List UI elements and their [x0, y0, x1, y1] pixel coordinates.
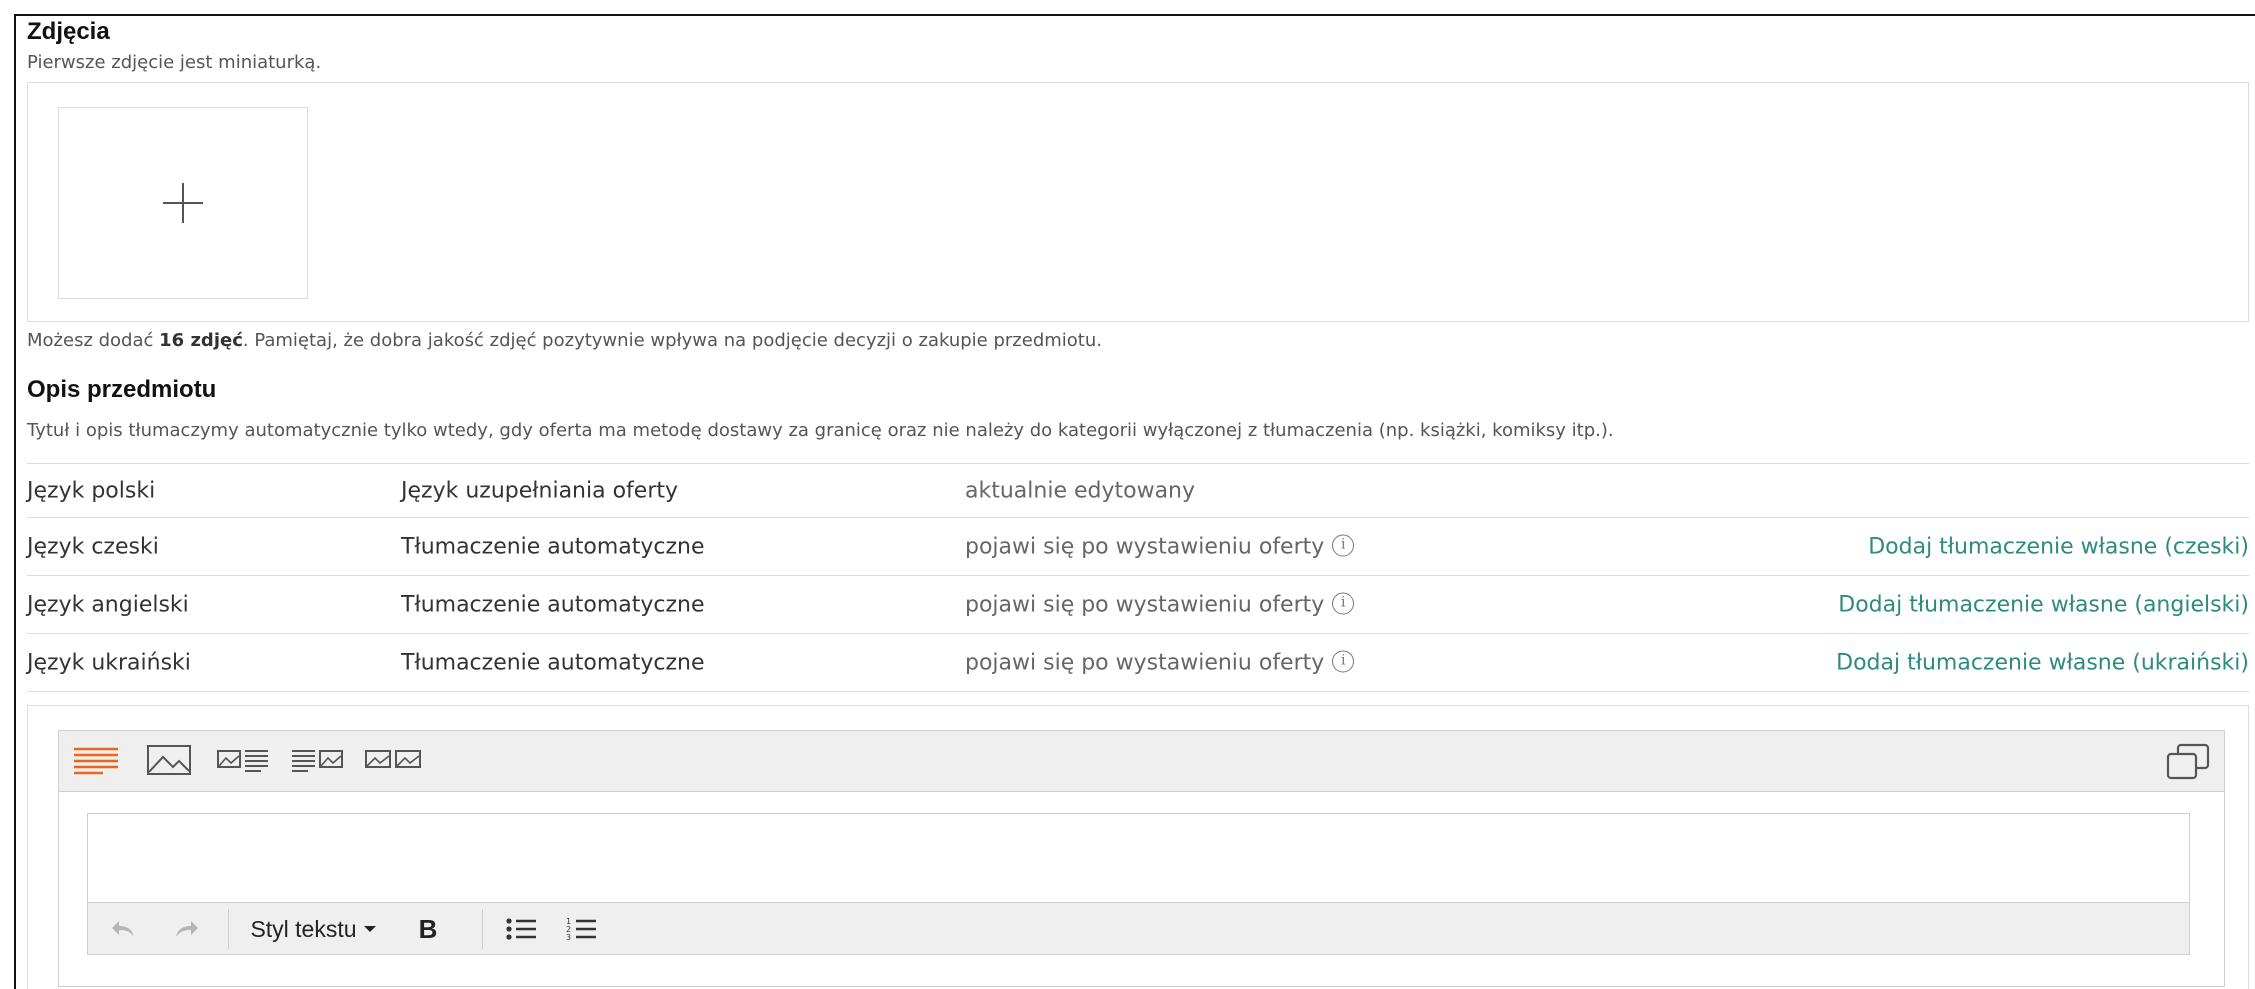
svg-text:3: 3 [566, 933, 571, 942]
info-icon[interactable]: i [1332, 650, 1355, 672]
language-row-polish: Język polski Język uzupełniania oferty a… [27, 464, 2249, 518]
redo-icon [176, 921, 198, 937]
photo-hint-suffix: . Pamiętaj, że dobra jakość zdjęć pozyty… [242, 330, 1102, 351]
bullet-list-icon [506, 918, 536, 940]
language-row-english: Język angielski Tłumaczenie automatyczne… [27, 576, 2249, 634]
language-status: pojawi się po wystawieniu oferty [965, 592, 1325, 617]
text-image-layout-icon [292, 750, 343, 772]
language-status: aktualnie edytowany [965, 478, 1196, 503]
language-type: Tłumaczenie automatyczne [401, 592, 705, 617]
bold-button[interactable]: B [406, 903, 450, 955]
language-type: Język uzupełniania oferty [401, 478, 679, 503]
text-layout-button[interactable] [73, 745, 119, 775]
text-style-dropdown[interactable]: Styl tekstu [238, 903, 388, 955]
add-translation-link-ukrainian[interactable]: Dodaj tłumaczenie własne (ukraiński) [1836, 650, 2249, 675]
layout-toolbar [59, 731, 2224, 792]
toolbar-divider [482, 909, 483, 949]
add-translation-link-czech[interactable]: Dodaj tłumaczenie własne (czeski) [1868, 534, 2249, 559]
language-name: Język polski [27, 478, 156, 503]
language-status-wrap: pojawi się po wystawieniu oferty i [965, 534, 1355, 559]
photo-gallery [27, 82, 2249, 322]
add-photo-button[interactable] [58, 107, 308, 299]
photos-header: Zdjęcia Pierwsze zdjęcie jest miniaturką… [27, 18, 2249, 73]
two-images-layout-icon [365, 750, 421, 768]
photo-limit-hint: Możesz dodać 16 zdjęć. Pamiętaj, że dobr… [27, 330, 1102, 351]
undo-button[interactable] [98, 903, 148, 955]
bullet-list-button[interactable] [496, 903, 546, 955]
language-row-ukrainian: Język ukraiński Tłumaczenie automatyczne… [27, 634, 2249, 692]
language-status-wrap: pojawi się po wystawieniu oferty i [965, 592, 1355, 617]
image-text-layout-button[interactable] [217, 745, 269, 775]
description-text-area[interactable]: Styl tekstu B 123 [87, 813, 2190, 955]
photo-hint-count: 16 zdjęć [159, 330, 243, 351]
language-status: pojawi się po wystawieniu oferty [965, 534, 1325, 559]
image-layout-button[interactable] [147, 745, 191, 775]
image-layout-icon [147, 745, 191, 775]
language-name: Język angielski [27, 592, 189, 617]
photos-subtitle: Pierwsze zdjęcie jest miniaturką. [27, 52, 322, 73]
language-name: Język czeski [27, 534, 159, 559]
chevron-down-icon [363, 926, 376, 932]
numbered-list-button[interactable]: 123 [556, 903, 606, 955]
plus-icon [163, 183, 203, 223]
text-style-label: Styl tekstu [250, 915, 357, 942]
image-text-layout-icon [217, 750, 268, 772]
add-translation-link-english[interactable]: Dodaj tłumaczenie własne (angielski) [1838, 592, 2249, 617]
photo-hint-prefix: Możesz dodać [27, 330, 160, 351]
info-icon[interactable]: i [1332, 534, 1355, 556]
language-status: pojawi się po wystawieniu oferty [965, 650, 1325, 675]
redo-button[interactable] [162, 903, 212, 955]
photos-title: Zdjęcia [27, 18, 110, 45]
fullscreen-button[interactable] [2166, 743, 2210, 781]
language-name: Język ukraiński [27, 650, 191, 675]
text-layout-icon [74, 747, 118, 775]
toolbar-divider [228, 909, 229, 949]
info-icon[interactable]: i [1332, 592, 1355, 614]
language-type: Tłumaczenie automatyczne [401, 534, 705, 559]
language-type: Tłumaczenie automatyczne [401, 650, 705, 675]
numbered-list-icon: 123 [566, 917, 596, 942]
formatting-toolbar: Styl tekstu B 123 [88, 902, 2189, 954]
fullscreen-icon [2166, 743, 2210, 780]
language-status-wrap: pojawi się po wystawieniu oferty i [965, 650, 1355, 675]
editor-section: Styl tekstu B 123 [58, 730, 2225, 987]
two-images-layout-button[interactable] [365, 745, 421, 775]
description-title: Opis przedmiotu [27, 376, 217, 403]
language-row-czech: Język czeski Tłumaczenie automatyczne po… [27, 518, 2249, 576]
language-table: Język polski Język uzupełniania oferty a… [27, 463, 2249, 692]
undo-icon [112, 921, 134, 937]
translation-note: Tytuł i opis tłumaczymy automatycznie ty… [27, 420, 1614, 441]
description-editor: Styl tekstu B 123 [27, 705, 2249, 989]
text-image-layout-button[interactable] [291, 745, 343, 775]
